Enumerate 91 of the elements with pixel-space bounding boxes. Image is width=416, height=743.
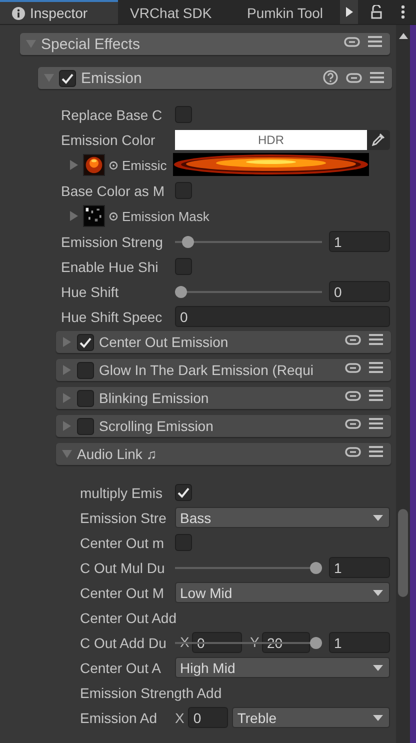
number-field[interactable]: 0 <box>329 281 390 302</box>
section-label: Emission Strength Add <box>80 684 222 700</box>
subsection-header[interactable]: Scrolling Emission <box>56 415 391 437</box>
section-label: Center Out Add <box>80 610 177 626</box>
slider-thumb[interactable] <box>175 286 187 298</box>
property-label: C Out Mul Du <box>80 560 165 576</box>
info-icon <box>12 6 25 20</box>
scrollbar-thumb[interactable] <box>398 509 408 597</box>
menu-icon[interactable] <box>369 390 383 401</box>
link-icon[interactable] <box>344 36 360 46</box>
link-icon[interactable] <box>345 446 361 456</box>
link-icon[interactable] <box>346 72 362 82</box>
menu-icon[interactable] <box>369 362 383 373</box>
eyedropper-icon <box>372 133 385 146</box>
tab-overflow-button[interactable] <box>340 0 358 24</box>
menu-icon[interactable] <box>368 36 382 47</box>
number-field[interactable]: 1 <box>329 557 390 578</box>
slider-track[interactable] <box>175 636 322 650</box>
property-label: Center Out M <box>80 584 164 600</box>
color-field[interactable]: HDR <box>175 130 367 150</box>
section-header[interactable]: Special Effects <box>20 33 390 55</box>
checkbox[interactable] <box>175 106 192 123</box>
object-picker-icon[interactable] <box>109 160 118 170</box>
section-header[interactable]: Emission <box>38 67 392 89</box>
property-label: Hue Shift Speec <box>61 308 162 324</box>
property-label: multiply Emis <box>80 484 162 500</box>
property-label: Hue Shift <box>61 284 119 300</box>
menu-icon[interactable] <box>369 418 383 429</box>
caret-icon <box>373 590 383 596</box>
slider-thumb[interactable] <box>310 562 322 574</box>
checkbox[interactable] <box>175 484 192 501</box>
caret-icon <box>373 714 383 720</box>
slider-thumb[interactable] <box>310 636 322 648</box>
checkbox[interactable] <box>59 70 76 86</box>
triangle-icon <box>346 7 352 17</box>
menu-icon[interactable] <box>369 446 383 457</box>
panel-tab[interactable]: Inspector <box>0 0 118 24</box>
checkbox[interactable] <box>77 390 94 406</box>
checkbox[interactable] <box>77 334 94 350</box>
link-icon[interactable] <box>345 362 361 372</box>
menu-icon[interactable] <box>370 72 384 83</box>
dropdown[interactable]: Treble <box>232 707 390 728</box>
dropdown[interactable]: Low Mid <box>175 582 390 603</box>
property-label: Replace Base C <box>61 106 162 122</box>
x-label: X <box>175 710 184 726</box>
number-field[interactable]: 1 <box>329 231 390 252</box>
link-icon[interactable] <box>345 334 361 344</box>
slider-track[interactable] <box>175 284 322 298</box>
link-icon[interactable] <box>345 418 361 428</box>
checkbox[interactable] <box>175 182 192 199</box>
subsection-header[interactable]: Center Out Emission <box>56 331 391 353</box>
texture-thumbnail[interactable] <box>83 205 105 227</box>
property-label: Emission Ad <box>80 710 158 726</box>
subsection-header[interactable]: Glow In The Dark Emission (Requi <box>56 359 391 381</box>
subsection-header[interactable]: Blinking Emission <box>56 387 391 409</box>
expand-arrow-icon[interactable] <box>69 160 79 170</box>
property-label: Emission Stre <box>80 510 166 526</box>
property-label: C Out Add Du <box>80 634 166 650</box>
checkbox[interactable] <box>175 258 192 275</box>
property-label: Emission Color <box>61 132 156 148</box>
eyedropper-button[interactable] <box>367 130 390 150</box>
checkbox[interactable] <box>175 534 192 551</box>
property-label: Center Out A <box>80 660 161 676</box>
texture-label: Emissic <box>122 158 167 172</box>
property-label: Enable Hue Shi <box>61 258 158 274</box>
checkbox[interactable] <box>77 418 94 434</box>
dropdown[interactable]: Bass <box>175 507 390 528</box>
dropdown[interactable]: High Mid <box>175 657 390 678</box>
caret-icon <box>373 514 383 520</box>
slider-thumb[interactable] <box>182 236 194 248</box>
number-field[interactable]: 1 <box>329 632 390 653</box>
menu-icon[interactable] <box>369 334 383 345</box>
object-picker-icon[interactable] <box>109 212 118 220</box>
slider-track[interactable] <box>175 234 322 248</box>
property-label: Emission Streng <box>61 234 163 250</box>
more-options-icon[interactable] <box>401 5 405 19</box>
caret-icon <box>373 664 383 670</box>
slider-track[interactable] <box>175 560 322 574</box>
texture-thumbnail[interactable] <box>83 154 105 176</box>
property-label: Base Color as M <box>61 182 164 198</box>
help-icon[interactable] <box>323 70 338 85</box>
property-label: Center Out m <box>80 534 164 550</box>
subsection-header[interactable]: Audio Link ♫ <box>56 443 391 465</box>
checkbox[interactable] <box>77 362 94 378</box>
number-field[interactable]: 0 <box>175 306 390 327</box>
texture-label: Emission Mask <box>122 208 210 224</box>
x-field[interactable]: 0 <box>188 707 228 728</box>
link-icon[interactable] <box>345 390 361 400</box>
scroll-up-arrow-icon[interactable] <box>398 33 408 39</box>
expand-arrow-icon[interactable] <box>69 211 79 221</box>
lock-icon[interactable] <box>370 5 382 19</box>
